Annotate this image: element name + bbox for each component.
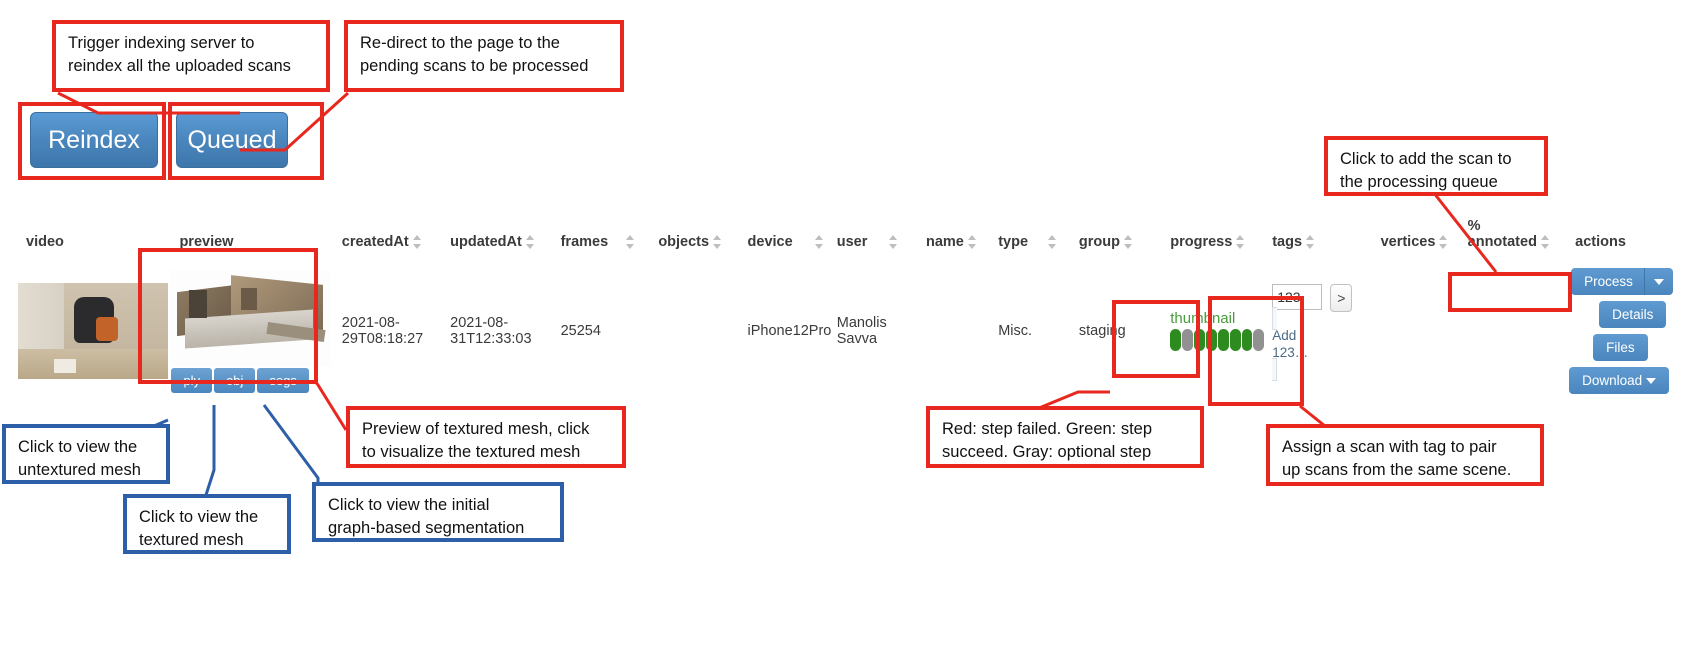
sort-icon[interactable] <box>626 235 636 250</box>
sort-icon[interactable] <box>1123 235 1134 250</box>
annotation-line1: Red: step failed. Green: step <box>942 420 1153 438</box>
col-header-frames[interactable]: frames <box>557 210 655 262</box>
annotation-line1: Click to view the initial <box>328 496 490 514</box>
process-dropdown-toggle[interactable] <box>1643 268 1673 295</box>
process-button[interactable]: Process <box>1571 268 1644 295</box>
sort-icon[interactable] <box>1540 235 1551 250</box>
annotation-line2: succeed. Gray: optional step <box>942 443 1152 461</box>
updated-at-line2: 31T12:33:03 <box>450 331 532 347</box>
sort-icon[interactable] <box>1236 235 1246 250</box>
col-header-group[interactable]: group <box>1075 210 1166 262</box>
col-header-actions[interactable]: actions <box>1557 210 1706 262</box>
video-object-secondary <box>96 317 118 341</box>
col-header-vertices[interactable]: vertices <box>1377 210 1464 262</box>
app-canvas: Reindex Queued video preview createdAt u… <box>0 0 1706 646</box>
col-header-createdat[interactable]: createdAt <box>338 210 446 262</box>
annotation-line1: Re-direct to the page to the <box>360 34 560 52</box>
user-line1: Manolis <box>836 315 887 331</box>
sort-icon[interactable] <box>412 235 423 250</box>
col-header-user[interactable]: user <box>833 210 922 262</box>
annotation-line1: Click to add the scan to <box>1340 150 1512 168</box>
annotation-textured-mesh: Click to view the textured mesh <box>123 494 291 554</box>
sort-icon[interactable] <box>1439 235 1449 250</box>
sort-icon[interactable] <box>1306 235 1316 250</box>
video-card <box>54 359 76 373</box>
annotation-preview-mesh: Preview of textured mesh, click to visua… <box>346 406 626 468</box>
annotation-reindex: Trigger indexing server to reindex all t… <box>52 20 330 92</box>
annotation-line2: reindex all the uploaded scans <box>68 57 291 75</box>
highlight-process-button <box>1448 272 1572 312</box>
created-at-line1: 2021-08- <box>341 315 400 331</box>
files-button[interactable]: Files <box>1593 334 1648 361</box>
annotation-line2: up scans from the same scene. <box>1282 461 1512 479</box>
annotation-line2: pending scans to be processed <box>360 57 589 75</box>
actions-button-group: Process Details Files Download <box>1569 268 1702 394</box>
sort-icon[interactable] <box>889 235 899 250</box>
cell-frames: 25254 <box>560 323 601 339</box>
annotation-line1: Assign a scan with tag to pair <box>1282 438 1497 456</box>
annotation-graph-segmentation: Click to view the initial graph-based se… <box>312 482 564 542</box>
annotation-line2: the processing queue <box>1340 173 1498 191</box>
annotation-line2: textured mesh <box>139 531 244 549</box>
col-header-device[interactable]: device <box>744 210 833 262</box>
details-button[interactable]: Details <box>1599 301 1667 328</box>
annotation-line2: to visualize the textured mesh <box>362 443 581 461</box>
cell-type: Misc. <box>998 323 1033 339</box>
annotation-line1: Preview of textured mesh, click <box>362 420 590 438</box>
annotation-progress-legend: Red: step failed. Green: step succeed. G… <box>926 406 1204 468</box>
annotation-line2: graph-based segmentation <box>328 519 525 537</box>
highlight-mesh-preview <box>138 248 318 384</box>
cell-device: iPhone12Pro <box>747 323 832 339</box>
user-line2: Savva <box>836 331 878 347</box>
col-header-name[interactable]: name <box>922 210 994 262</box>
highlight-tag-entry <box>1208 296 1304 406</box>
cell-updated-at: 2021-08- 31T12:33:03 <box>446 262 556 400</box>
col-header-type[interactable]: type <box>994 210 1075 262</box>
annotation-process-queue: Click to add the scan to the processing … <box>1324 136 1548 196</box>
process-split-button: Process <box>1571 268 1673 295</box>
cell-objects <box>654 262 743 400</box>
sort-icon[interactable] <box>967 235 978 250</box>
annotation-line2: untextured mesh <box>18 461 141 479</box>
download-label: Download <box>1582 373 1643 388</box>
tag-submit-button[interactable]: > <box>1330 284 1353 312</box>
cell-user: Manolis Savva <box>833 262 922 400</box>
cell-actions: Process Details Files Download <box>1557 262 1706 400</box>
highlight-progress-pills <box>1112 300 1200 378</box>
col-header-updatedat[interactable]: updatedAt <box>446 210 556 262</box>
download-dropdown-button[interactable]: Download <box>1569 367 1670 394</box>
annotation-queued: Re-direct to the page to the pending sca… <box>344 20 624 92</box>
chevron-down-icon <box>1646 378 1657 385</box>
col-header-tags[interactable]: tags <box>1268 210 1376 262</box>
annotation-untextured-mesh: Click to view the untextured mesh <box>2 424 170 484</box>
sort-icon[interactable] <box>814 235 825 250</box>
highlight-reindex-button <box>18 102 166 180</box>
col-header-progress[interactable]: progress <box>1166 210 1268 262</box>
updated-at-line1: 2021-08- <box>450 315 509 331</box>
highlight-queued-button <box>168 102 324 180</box>
cell-name <box>922 262 994 400</box>
annotation-line1: Click to view the <box>18 438 138 456</box>
sort-icon[interactable] <box>525 235 536 250</box>
annotation-line1: Trigger indexing server to <box>68 34 255 52</box>
annotation-tag-pairing: Assign a scan with tag to pair up scans … <box>1266 424 1544 486</box>
created-at-line2: 29T08:18:27 <box>341 331 424 347</box>
sort-icon[interactable] <box>1048 235 1058 250</box>
sort-icon[interactable] <box>713 235 723 250</box>
col-header-objects[interactable]: objects <box>654 210 743 262</box>
chevron-down-icon <box>1653 278 1664 285</box>
annotation-line1: Click to view the <box>139 508 259 526</box>
col-header-percent-annotated[interactable]: % annotated <box>1464 210 1557 262</box>
cell-created-at: 2021-08- 29T08:18:27 <box>338 262 446 400</box>
